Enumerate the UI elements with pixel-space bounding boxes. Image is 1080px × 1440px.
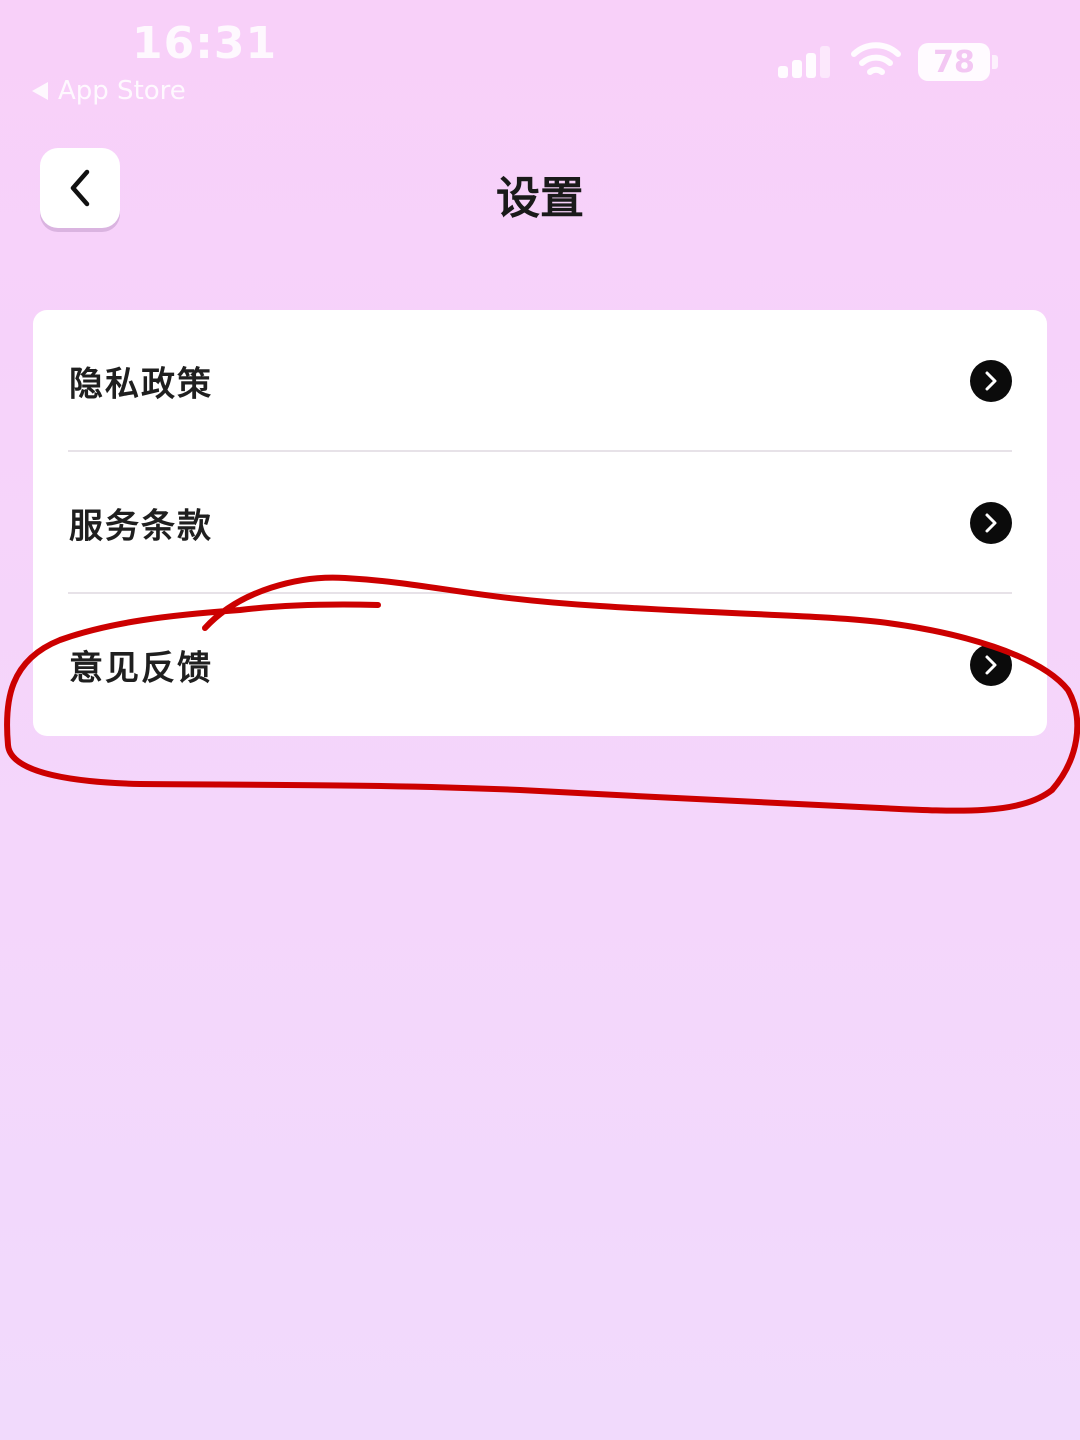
battery-level: 78 <box>933 44 975 80</box>
wifi-icon <box>851 42 901 75</box>
settings-item-label: 隐私政策 <box>69 364 213 405</box>
back-triangle-icon <box>32 82 48 100</box>
battery-tip <box>992 55 998 69</box>
settings-item-label: 服务条款 <box>69 506 213 547</box>
chevron-right-icon <box>970 360 1012 402</box>
back-to-app-store[interactable]: App Store <box>32 76 186 106</box>
settings-item-feedback[interactable]: 意见反馈 <box>33 594 1047 736</box>
settings-item-label: 意见反馈 <box>69 648 213 689</box>
nav-bar: 设置 <box>0 140 1080 240</box>
status-bar: 16:31 App Store 78 <box>0 0 1080 120</box>
chevron-right-icon <box>970 644 1012 686</box>
back-app-label: App Store <box>58 76 186 106</box>
signal-icon <box>778 46 830 78</box>
settings-card: 隐私政策 服务条款 意见反馈 <box>33 310 1047 736</box>
status-time: 16:31 <box>132 18 278 69</box>
settings-item-terms-of-service[interactable]: 服务条款 <box>33 452 1047 594</box>
settings-item-privacy-policy[interactable]: 隐私政策 <box>33 310 1047 452</box>
chevron-right-icon <box>970 502 1012 544</box>
battery-icon: 78 <box>918 43 990 81</box>
page-title: 设置 <box>496 173 584 224</box>
